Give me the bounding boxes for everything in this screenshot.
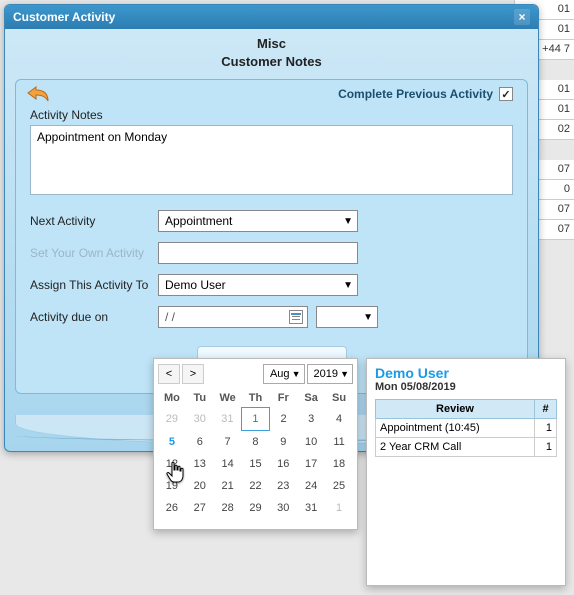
calendar-day[interactable]: 4 <box>325 408 353 431</box>
calendar-day[interactable]: 31 <box>214 408 242 431</box>
calendar-day[interactable]: 22 <box>242 475 270 497</box>
calendar-day[interactable]: 25 <box>325 475 353 497</box>
close-icon[interactable]: × <box>514 9 530 25</box>
undo-arrow-icon[interactable] <box>26 84 50 102</box>
calendar-day[interactable]: 11 <box>325 431 353 454</box>
calendar-day[interactable]: 3 <box>297 408 325 431</box>
calendar-day[interactable]: 15 <box>242 453 270 475</box>
activity-notes-label: Activity Notes <box>30 108 513 122</box>
due-date-input[interactable]: / / <box>158 306 308 328</box>
calendar-day[interactable]: 6 <box>186 431 214 454</box>
prev-month-button[interactable]: < <box>158 364 180 384</box>
summary-user-name: Demo User <box>375 365 557 381</box>
date-picker-popup: < > Aug ▼ 2019 ▼ MoTuWeThFrSaSu 29303112… <box>153 358 358 530</box>
due-time-select[interactable]: ▼ <box>316 306 378 328</box>
calendar-dow: Fr <box>269 389 297 408</box>
next-activity-select[interactable]: Appointment ▼ <box>158 210 358 232</box>
dialog-titlebar[interactable]: Customer Activity × <box>5 5 538 29</box>
calendar-day[interactable]: 27 <box>186 497 214 519</box>
calendar-day[interactable]: 23 <box>269 475 297 497</box>
calendar-dow: We <box>214 389 242 408</box>
complete-previous-checkbox[interactable]: ✓ <box>499 87 513 101</box>
due-label: Activity due on <box>30 310 150 324</box>
chevron-down-icon: ▼ <box>340 369 349 379</box>
chevron-down-icon: ▼ <box>343 280 353 291</box>
dialog-heading: Misc Customer Notes <box>15 35 528 71</box>
calendar-day[interactable]: 29 <box>158 408 186 431</box>
year-select[interactable]: 2019 ▼ <box>307 364 353 384</box>
summary-row[interactable]: Appointment (10:45)1 <box>376 419 557 438</box>
calendar-dow: Tu <box>186 389 214 408</box>
calendar-day[interactable]: 29 <box>242 497 270 519</box>
chevron-down-icon: ▼ <box>343 216 353 227</box>
activity-panel: Complete Previous Activity ✓ Activity No… <box>15 79 528 394</box>
calendar-day[interactable]: 8 <box>242 431 270 454</box>
summary-col-review: Review <box>376 400 535 419</box>
assign-select[interactable]: Demo User ▼ <box>158 274 358 296</box>
calendar-day[interactable]: 16 <box>269 453 297 475</box>
calendar-icon[interactable] <box>289 310 303 324</box>
calendar-day[interactable]: 17 <box>297 453 325 475</box>
calendar-day[interactable]: 30 <box>186 408 214 431</box>
complete-previous-label: Complete Previous Activity <box>338 87 493 101</box>
calendar-day[interactable]: 30 <box>269 497 297 519</box>
heading-line-2: Customer Notes <box>15 53 528 71</box>
chevron-down-icon: ▼ <box>363 312 373 323</box>
calendar-dow: Sa <box>297 389 325 408</box>
summary-table: Review # Appointment (10:45)12 Year CRM … <box>375 399 557 457</box>
calendar-day[interactable]: 9 <box>269 431 297 454</box>
calendar-dow: Su <box>325 389 353 408</box>
calendar-day[interactable]: 2 <box>269 408 297 431</box>
activity-notes-input[interactable] <box>30 125 513 195</box>
summary-row-label: 2 Year CRM Call <box>376 438 535 457</box>
calendar-day[interactable]: 1 <box>325 497 353 519</box>
calendar-day[interactable]: 1 <box>242 408 270 431</box>
calendar-day[interactable]: 13 <box>186 453 214 475</box>
calendar-day[interactable]: 31 <box>297 497 325 519</box>
month-value: Aug <box>270 368 290 380</box>
calendar-dow: Th <box>242 389 270 408</box>
calendar-dow: Mo <box>158 389 186 408</box>
dialog-title: Customer Activity <box>13 10 115 24</box>
assign-value: Demo User <box>165 278 226 292</box>
calendar-day[interactable]: 26 <box>158 497 186 519</box>
calendar-day[interactable]: 28 <box>214 497 242 519</box>
own-activity-input <box>158 242 358 264</box>
chevron-down-icon: ▼ <box>292 369 301 379</box>
calendar-day[interactable]: 14 <box>214 453 242 475</box>
year-value: 2019 <box>314 368 338 380</box>
calendar-day[interactable]: 20 <box>186 475 214 497</box>
summary-col-count: # <box>535 400 557 419</box>
next-month-button[interactable]: > <box>182 364 204 384</box>
calendar-day[interactable]: 7 <box>214 431 242 454</box>
calendar-day[interactable]: 5 <box>158 431 186 454</box>
heading-line-1: Misc <box>15 35 528 53</box>
calendar-grid: MoTuWeThFrSaSu 2930311234567891011121314… <box>158 389 353 519</box>
summary-row[interactable]: 2 Year CRM Call1 <box>376 438 557 457</box>
summary-date: Mon 05/08/2019 <box>375 381 557 393</box>
summary-row-count: 1 <box>535 438 557 457</box>
assign-label: Assign This Activity To <box>30 278 150 292</box>
next-activity-label: Next Activity <box>30 214 150 228</box>
calendar-day[interactable]: 24 <box>297 475 325 497</box>
due-date-value: / / <box>165 310 175 324</box>
summary-row-count: 1 <box>535 419 557 438</box>
user-day-summary-popup: Demo User Mon 05/08/2019 Review # Appoin… <box>366 358 566 586</box>
next-activity-value: Appointment <box>165 214 232 228</box>
calendar-day[interactable]: 12 <box>158 453 186 475</box>
summary-row-label: Appointment (10:45) <box>376 419 535 438</box>
own-activity-label: Set Your Own Activity <box>30 246 150 260</box>
calendar-day[interactable]: 18 <box>325 453 353 475</box>
calendar-day[interactable]: 10 <box>297 431 325 454</box>
calendar-day[interactable]: 19 <box>158 475 186 497</box>
calendar-day[interactable]: 21 <box>214 475 242 497</box>
month-select[interactable]: Aug ▼ <box>263 364 305 384</box>
